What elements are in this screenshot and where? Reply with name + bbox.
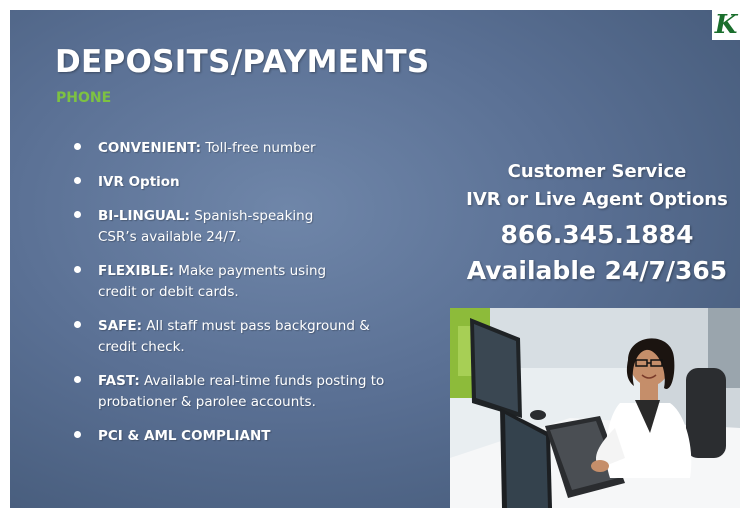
bullet-heading: IVR Option (98, 174, 180, 190)
customer-service-heading: Customer Service (507, 161, 687, 182)
bullet-item: FAST: Available real-time funds posting … (70, 371, 438, 413)
bullet-item: FLEXIBLE: Make payments using credit or … (70, 261, 358, 303)
bullet-heading: FAST: (98, 373, 140, 389)
availability-text: Available 24/7/365 (466, 256, 728, 285)
bullet-dot-icon (74, 266, 81, 273)
bullet-heading: CONVENIENT: (98, 140, 202, 156)
phone-number: 866.345.1884 (500, 220, 694, 249)
customer-service-box: Customer Service IVR or Live Agent Optio… (454, 158, 740, 288)
bullet-text: Available real-time funds posting to pro… (98, 373, 385, 410)
bullet-item: BI-LINGUAL: Spanish-speaking CSR’s avail… (70, 206, 348, 248)
bullet-dot-icon (74, 211, 81, 218)
bullet-item: CONVENIENT: Toll-free number (70, 138, 398, 159)
bullet-heading: PCI & AML COMPLIANT (98, 428, 271, 444)
ivr-options-text: IVR or Live Agent Options (466, 189, 728, 210)
bullet-dot-icon (74, 143, 81, 150)
bullet-item: IVR Option (70, 172, 398, 193)
bullet-heading: BI-LINGUAL: (98, 208, 190, 224)
bullet-item: SAFE: All staff must pass background & c… (70, 316, 408, 358)
bullet-dot-icon (74, 431, 81, 438)
slide-subtitle: PHONE (56, 90, 112, 106)
agent-photo (450, 308, 740, 508)
bullet-dot-icon (74, 321, 81, 328)
bullet-heading: FLEXIBLE: (98, 263, 174, 279)
bullet-dot-icon (74, 177, 81, 184)
slide-title: DEPOSITS/PAYMENTS (55, 44, 430, 80)
company-logo: K (712, 10, 740, 40)
bullet-text: Toll-free number (201, 140, 316, 156)
slide: K DEPOSITS/PAYMENTS PHONE CONVENIENT: To… (10, 10, 740, 508)
agent-at-computer-image (450, 308, 740, 508)
bullet-heading: SAFE: (98, 318, 143, 334)
bullet-item: PCI & AML COMPLIANT (70, 426, 398, 447)
feature-list: CONVENIENT: Toll-free number IVR Option … (70, 138, 430, 460)
bullet-dot-icon (74, 376, 81, 383)
